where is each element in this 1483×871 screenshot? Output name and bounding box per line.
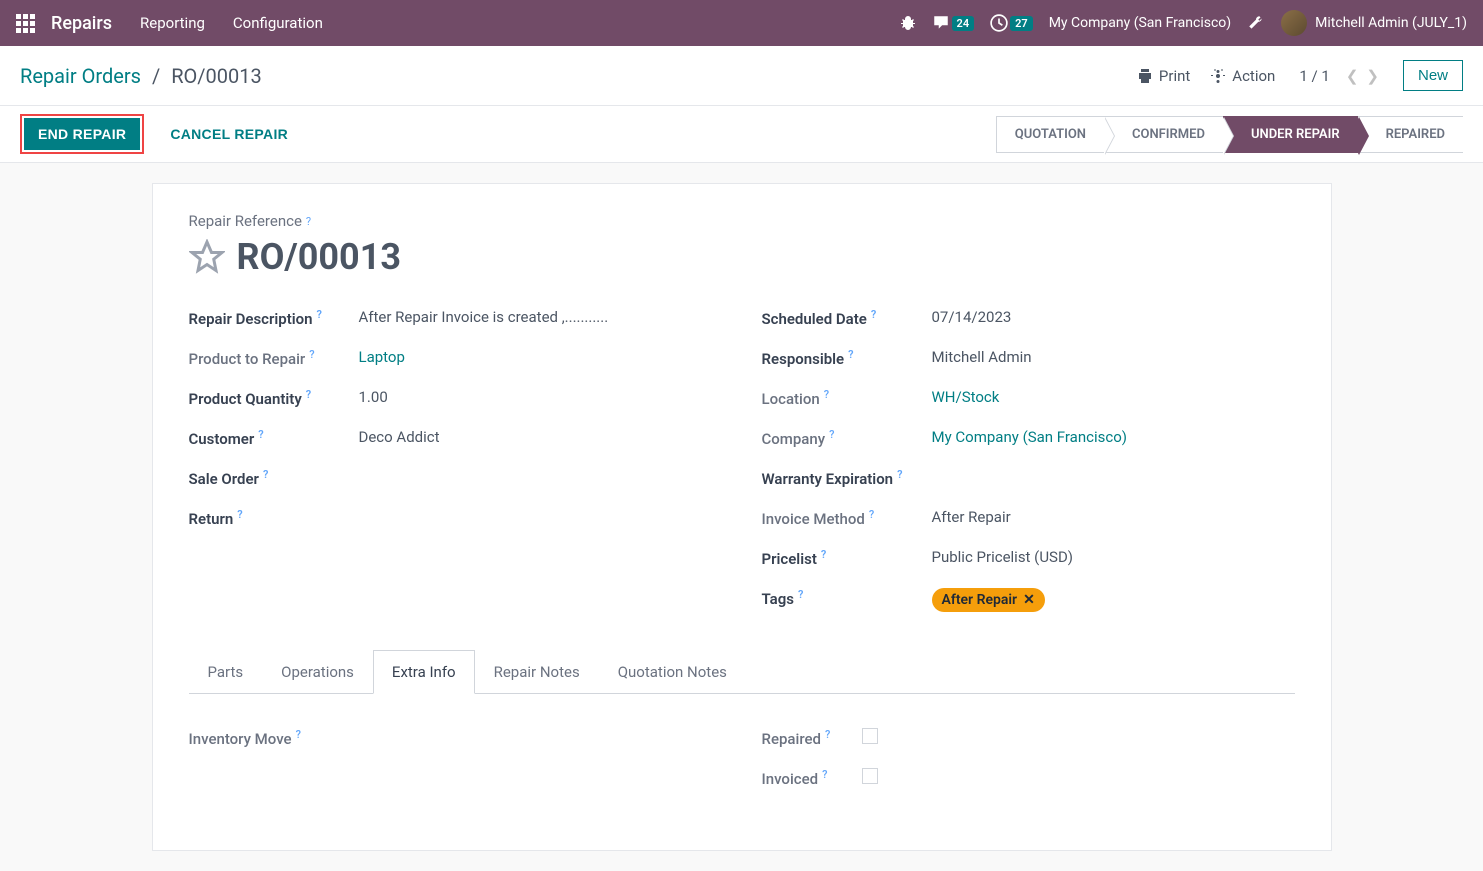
apps-icon[interactable] (16, 14, 35, 33)
priority-star-icon[interactable] (189, 239, 225, 275)
status-under-repair[interactable]: UNDER REPAIR (1223, 116, 1358, 153)
pager-text[interactable]: 1 / 1 (1299, 67, 1330, 85)
debug-icon[interactable] (900, 15, 916, 31)
date-label: Scheduled Date? (762, 308, 932, 328)
location-label: Location? (762, 388, 932, 408)
status-repaired[interactable]: REPAIRED (1358, 116, 1463, 153)
tab-operations[interactable]: Operations (262, 650, 373, 694)
breadcrumb: Repair Orders / RO/00013 (20, 64, 262, 88)
invoice-method-value: After Repair (932, 508, 1011, 526)
status-bar: END REPAIR CANCEL REPAIR QUOTATION CONFI… (0, 106, 1483, 163)
control-panel: Repair Orders / RO/00013 Print Action 1 … (0, 46, 1483, 106)
menu-configuration[interactable]: Configuration (233, 14, 323, 32)
customer-value[interactable]: Deco Addict (359, 428, 440, 446)
warranty-label: Warranty Expiration? (762, 468, 932, 488)
product-value[interactable]: Laptop (359, 348, 405, 366)
invoice-method-label: Invoice Method? (762, 508, 932, 528)
cancel-repair-button[interactable]: CANCEL REPAIR (156, 118, 302, 150)
qty-label: Product Quantity? (189, 388, 359, 408)
location-value[interactable]: WH/Stock (932, 388, 1000, 406)
breadcrumb-current: RO/00013 (171, 64, 262, 88)
desc-value[interactable]: After Repair Invoice is created ,.......… (359, 308, 609, 326)
product-label: Product to Repair? (189, 348, 359, 368)
tools-icon[interactable] (1247, 14, 1265, 32)
tag-chip: After Repair ✕ (932, 588, 1045, 612)
activities-badge: 27 (1010, 16, 1033, 31)
pager-next[interactable]: ❯ (1362, 67, 1383, 85)
qty-value[interactable]: 1.00 (359, 388, 388, 406)
tags-label: Tags? (762, 588, 932, 608)
messages-icon[interactable]: 24 (932, 14, 975, 32)
inventory-move-label: Inventory Move? (189, 728, 359, 748)
return-label: Return? (189, 508, 359, 528)
status-confirmed[interactable]: CONFIRMED (1104, 116, 1223, 153)
tab-content: Inventory Move? Repaired? Invoiced? (189, 694, 1295, 822)
invoiced-label: Invoiced? (762, 768, 862, 788)
form-sheet: Repair Reference? RO/00013 Repair Descri… (152, 183, 1332, 851)
customer-label: Customer? (189, 428, 359, 448)
avatar (1281, 10, 1307, 36)
pager: 1 / 1 ❮ ❯ (1299, 67, 1383, 85)
company-selector[interactable]: My Company (San Francisco) (1049, 15, 1231, 31)
status-quotation[interactable]: QUOTATION (996, 116, 1104, 153)
pager-prev[interactable]: ❮ (1342, 67, 1363, 85)
date-value[interactable]: 07/14/2023 (932, 308, 1012, 326)
user-menu[interactable]: Mitchell Admin (JULY_1) (1281, 10, 1467, 36)
invoiced-checkbox[interactable] (862, 768, 878, 784)
highlight-annotation: END REPAIR (20, 114, 144, 154)
app-name[interactable]: Repairs (51, 13, 112, 34)
menu-reporting[interactable]: Reporting (140, 14, 205, 32)
desc-label: Repair Description? (189, 308, 359, 328)
tab-extra-info[interactable]: Extra Info (373, 650, 475, 694)
ref-label: Repair Reference? (189, 212, 1295, 230)
action-button[interactable]: Action (1210, 67, 1275, 85)
tags-value[interactable]: After Repair ✕ (932, 588, 1045, 612)
pricelist-label: Pricelist? (762, 548, 932, 568)
tabs: Parts Operations Extra Info Repair Notes… (189, 650, 1295, 694)
tab-repair-notes[interactable]: Repair Notes (475, 650, 599, 694)
messages-badge: 24 (952, 16, 975, 31)
breadcrumb-parent[interactable]: Repair Orders (20, 64, 141, 88)
status-steps: QUOTATION CONFIRMED UNDER REPAIR REPAIRE… (996, 116, 1463, 153)
repaired-checkbox[interactable] (862, 728, 878, 744)
print-button[interactable]: Print (1137, 67, 1190, 85)
sale-order-label: Sale Order? (189, 468, 359, 488)
new-button[interactable]: New (1403, 60, 1463, 91)
responsible-label: Responsible? (762, 348, 932, 368)
end-repair-button[interactable]: END REPAIR (24, 118, 140, 150)
company-label: Company? (762, 428, 932, 448)
user-name: Mitchell Admin (JULY_1) (1315, 15, 1467, 31)
activities-icon[interactable]: 27 (990, 14, 1033, 32)
repaired-label: Repaired? (762, 728, 862, 748)
pricelist-value[interactable]: Public Pricelist (USD) (932, 548, 1074, 566)
responsible-value[interactable]: Mitchell Admin (932, 348, 1032, 366)
record-title: RO/00013 (237, 236, 402, 278)
tag-remove-icon[interactable]: ✕ (1023, 592, 1035, 608)
company-value[interactable]: My Company (San Francisco) (932, 428, 1127, 446)
top-nav: Repairs Reporting Configuration 24 27 My… (0, 0, 1483, 46)
tab-parts[interactable]: Parts (189, 650, 263, 694)
tab-quotation-notes[interactable]: Quotation Notes (599, 650, 746, 694)
help-icon[interactable]: ? (306, 215, 311, 228)
